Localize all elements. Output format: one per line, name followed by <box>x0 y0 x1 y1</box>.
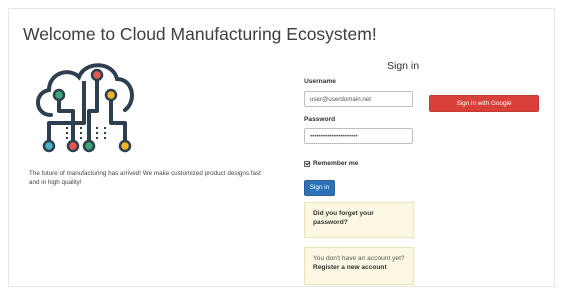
register-link[interactable]: Register a new account <box>313 264 387 271</box>
remember-me-label: Remember me <box>313 160 359 167</box>
register-box: You don't have an account yet? Register … <box>304 247 414 285</box>
remember-me-row[interactable]: Remember me <box>304 160 358 167</box>
cloud-circuit-icon <box>36 63 134 153</box>
signin-button[interactable]: Sign in <box>304 180 335 196</box>
remember-me-checkbox[interactable] <box>304 160 310 167</box>
forgot-password-link[interactable]: Did you forget your password? <box>304 202 414 238</box>
signin-heading: Sign in <box>387 60 420 72</box>
page-container: Welcome to Cloud Manufacturing Ecosystem… <box>8 8 555 287</box>
password-input[interactable] <box>304 128 413 144</box>
google-signin-button[interactable]: Sign in with Google <box>429 95 539 112</box>
username-input[interactable] <box>304 91 413 107</box>
username-label: Username <box>304 78 336 85</box>
password-label: Password <box>304 116 336 123</box>
page-title: Welcome to Cloud Manufacturing Ecosystem… <box>23 24 377 44</box>
tagline-text: The future of manufacturing has arrived!… <box>29 170 261 186</box>
no-account-text: You don't have an account yet? <box>313 255 405 262</box>
